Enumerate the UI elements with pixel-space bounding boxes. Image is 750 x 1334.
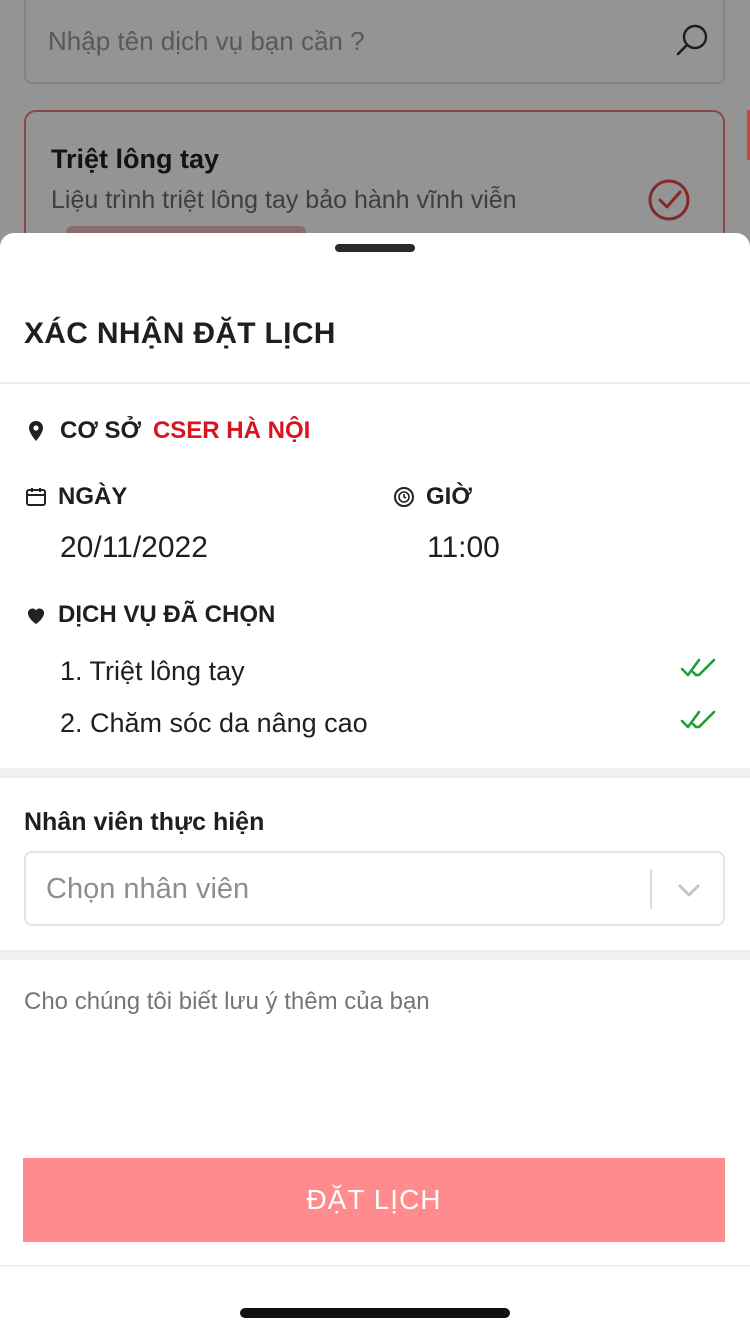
location-row: CƠ SỞ CSER HÀ NỘI bbox=[24, 417, 310, 445]
date-label: NGÀY bbox=[58, 483, 128, 510]
chevron-down-icon[interactable] bbox=[676, 877, 702, 903]
book-appointment-button[interactable]: ĐẶT LỊCH bbox=[23, 1158, 725, 1242]
sheet-grabber[interactable] bbox=[335, 244, 415, 252]
section-divider bbox=[0, 950, 750, 960]
services-label-row: DỊCH VỤ ĐÃ CHỌN bbox=[24, 601, 275, 629]
time-value: 11:00 bbox=[427, 531, 500, 564]
select-separator bbox=[650, 869, 652, 909]
date-value: 20/11/2022 bbox=[60, 531, 208, 564]
staff-select-placeholder: Chọn nhân viên bbox=[46, 873, 250, 905]
date-label-row: NGÀY bbox=[24, 483, 127, 511]
bottom-divider bbox=[0, 1265, 750, 1267]
time-label-row: GIỜ bbox=[392, 483, 472, 511]
sheet-title: XÁC NHẬN ĐẶT LỊCH bbox=[24, 317, 336, 350]
location-label: CƠ SỞ bbox=[60, 417, 141, 444]
note-input[interactable] bbox=[24, 988, 724, 1138]
calendar-icon bbox=[26, 488, 46, 506]
double-check-icon bbox=[680, 710, 716, 729]
section-divider bbox=[0, 768, 750, 778]
staff-label: Nhân viên thực hiện bbox=[24, 808, 265, 836]
location-pin-icon bbox=[29, 421, 43, 441]
double-check-icon bbox=[680, 658, 716, 677]
home-indicator[interactable] bbox=[240, 1308, 510, 1318]
modal-overlay[interactable] bbox=[0, 0, 750, 260]
title-divider bbox=[0, 382, 750, 384]
heart-icon bbox=[28, 608, 44, 624]
service-item-2: 2. Chăm sóc da nâng cao bbox=[60, 708, 368, 738]
time-label: GIỜ bbox=[426, 483, 472, 510]
clock-icon bbox=[394, 487, 414, 507]
staff-select[interactable]: Chọn nhân viên bbox=[24, 851, 725, 926]
service-item-1: 1. Triệt lông tay bbox=[60, 656, 245, 686]
services-label: DỊCH VỤ ĐÃ CHỌN bbox=[58, 601, 276, 628]
location-value: CSER HÀ NỘI bbox=[152, 417, 311, 444]
booking-confirmation-sheet: XÁC NHẬN ĐẶT LỊCH CƠ SỞ CSER HÀ NỘI NGÀY… bbox=[0, 233, 750, 1334]
